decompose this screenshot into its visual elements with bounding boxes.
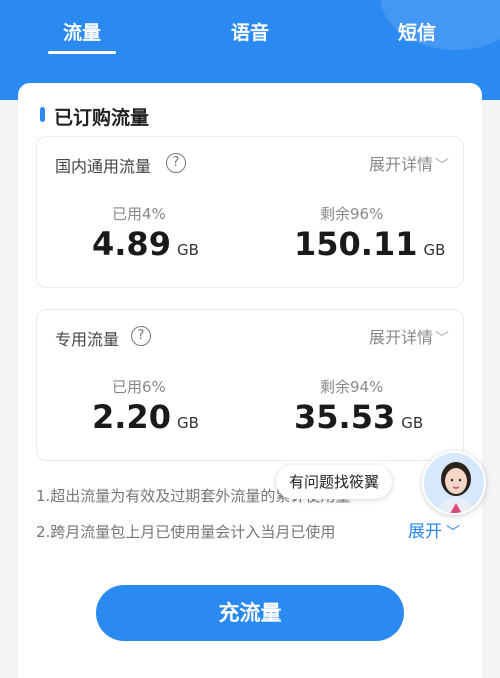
section-accent-bar xyxy=(40,107,45,122)
chevron-down-icon: ﹀ xyxy=(446,525,460,541)
assistant-avatar[interactable] xyxy=(422,451,486,515)
remaining-amount: 35.53 GB xyxy=(294,398,423,436)
help-circle-icon[interactable]: ? xyxy=(131,326,151,346)
remaining-percent: 剩余96% xyxy=(320,205,384,223)
expand-details-link[interactable]: 展开详情 ﹀ xyxy=(369,151,449,175)
tab-sms[interactable]: 短信 xyxy=(372,18,462,48)
active-tab-indicator xyxy=(48,51,116,54)
expand-details-label: 展开详情 xyxy=(368,328,433,347)
tab-data[interactable]: 流量 xyxy=(37,18,127,48)
avatar-image xyxy=(424,453,484,513)
used-percent: 已用4% xyxy=(112,205,166,223)
used-amount: 4.89 GB xyxy=(92,225,199,263)
domestic-data-card: 国内通用流量 ? 展开详情 ﹀ 已用4% 剩余96% 4.89 GB 150.11 G… xyxy=(36,136,464,288)
used-value: 4.89 xyxy=(92,225,171,263)
help-circle-icon[interactable]: ? xyxy=(166,153,186,173)
note-line-1: 1.超出流量为有效及过期套外流量的累计使用量 xyxy=(36,487,351,505)
chevron-down-icon: ﹀ xyxy=(435,158,449,174)
card-title: 国内通用流量 xyxy=(55,157,152,176)
used-percent: 已用6% xyxy=(112,378,166,396)
remaining-unit: GB xyxy=(423,241,446,259)
tab-bar: 流量 语音 短信 xyxy=(0,18,500,58)
notes-expand-link[interactable]: 展开 ﹀ xyxy=(406,517,460,542)
remaining-amount: 150.11 GB xyxy=(294,225,445,263)
expand-details-label: 展开详情 xyxy=(368,155,433,174)
remaining-unit: GB xyxy=(401,414,424,432)
used-unit: GB xyxy=(176,241,199,259)
tab-voice[interactable]: 语音 xyxy=(205,18,295,48)
note-line-2: 2.跨月流量包上月已使用量会计入当月已使用 xyxy=(36,523,336,541)
assistant-tooltip[interactable]: 有问题找筱翼 xyxy=(276,465,392,499)
notes-expand-label: 展开 xyxy=(408,522,442,542)
remaining-percent: 剩余94% xyxy=(320,378,384,396)
remaining-value: 35.53 xyxy=(294,398,396,436)
section-title: 已订购流量 xyxy=(54,107,150,129)
recharge-data-button[interactable]: 充流量 xyxy=(96,585,404,641)
dedicated-data-card: 专用流量 ? 展开详情 ﹀ 已用6% 剩余94% 2.20 GB 35.53 GB xyxy=(36,309,464,461)
used-value: 2.20 xyxy=(92,398,171,436)
main-panel: 已订购流量 国内通用流量 ? 展开详情 ﹀ 已用4% 剩余96% 4.89 GB 1… xyxy=(18,83,486,678)
card-title: 专用流量 xyxy=(55,330,120,349)
used-unit: GB xyxy=(176,414,199,432)
remaining-value: 150.11 xyxy=(294,225,418,263)
chevron-down-icon: ﹀ xyxy=(435,331,449,347)
used-amount: 2.20 GB xyxy=(92,398,199,436)
expand-details-link[interactable]: 展开详情 ﹀ xyxy=(369,324,449,348)
